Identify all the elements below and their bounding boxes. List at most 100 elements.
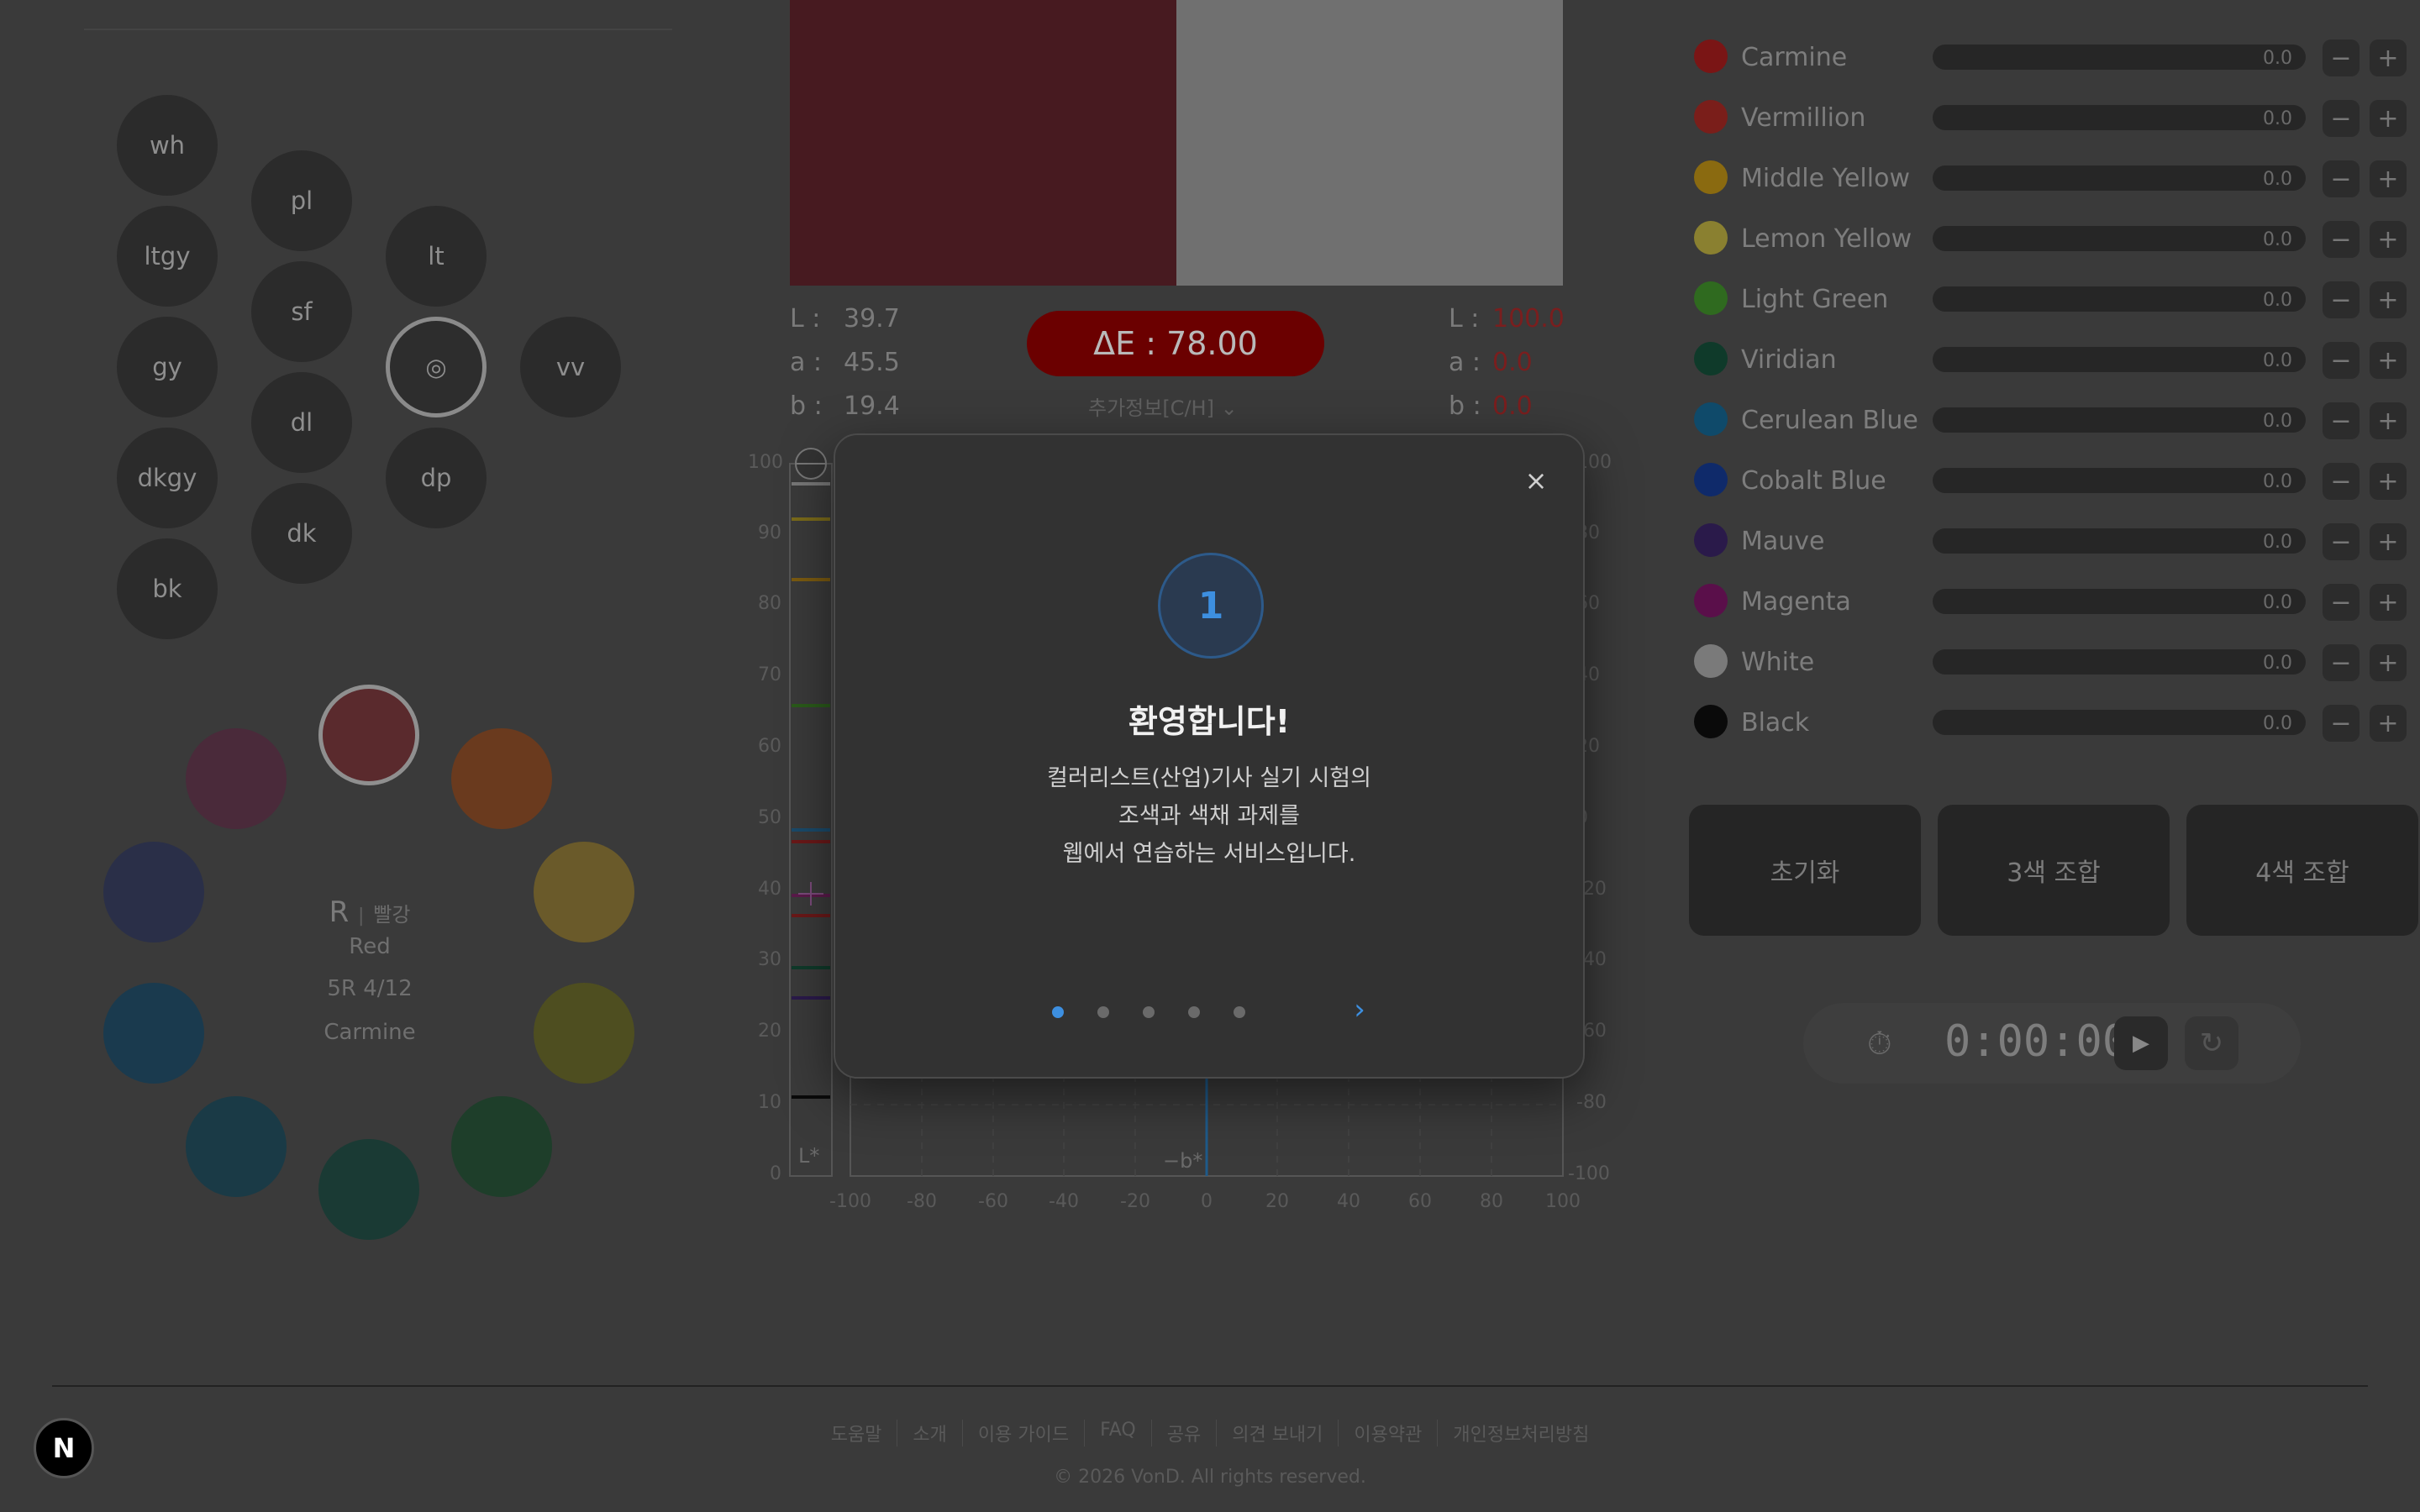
footer-link-terms[interactable]: 이용약관 (1338, 1420, 1437, 1446)
y-tick: 20 (758, 1021, 781, 1042)
pigment-row: Lemon Yellow 0.0 − + (1694, 214, 2417, 261)
step-dot[interactable] (1143, 1006, 1155, 1018)
pigment-minus-button[interactable]: − (2323, 463, 2360, 500)
x-tick: -40 (1049, 1191, 1079, 1212)
x-tick: 0 (1201, 1191, 1213, 1212)
step-dots (775, 1006, 1523, 1018)
pigment-plus-button[interactable]: + (2370, 584, 2407, 621)
x-tick: 40 (1337, 1191, 1360, 1212)
l-axis-label: L* (798, 1144, 820, 1168)
pigment-name: Mauve (1741, 527, 1825, 556)
pigment-swatch (1694, 39, 1728, 73)
x-tick: 80 (1480, 1191, 1503, 1212)
pigment-slider[interactable]: 0.0 (1933, 165, 2306, 191)
footer-link-faq[interactable]: FAQ (1084, 1420, 1151, 1446)
y-tick: 30 (758, 949, 781, 970)
pigment-row: Mauve 0.0 − + (1694, 517, 2417, 564)
l-axis-bar (789, 463, 833, 1177)
y-tick: 80 (758, 593, 781, 614)
step-dot[interactable] (1234, 1006, 1245, 1018)
pigment-minus-button[interactable]: − (2323, 705, 2360, 742)
x-tick: 100 (1545, 1191, 1581, 1212)
pigment-slider[interactable]: 0.0 (1933, 286, 2306, 312)
pigment-row: Light Green 0.0 − + (1694, 275, 2417, 322)
three-color-button[interactable]: 3색 조합 (1938, 805, 2170, 936)
pigment-minus-button[interactable]: − (2323, 100, 2360, 137)
pigment-minus-button[interactable]: − (2323, 402, 2360, 439)
pigment-row: Vermillion 0.0 − + (1694, 93, 2417, 140)
modal-body-line: 컬러리스트(산업)기사 실기 시험의 (1047, 765, 1371, 791)
pigment-name: White (1741, 648, 1815, 677)
pigment-slider[interactable]: 0.0 (1933, 468, 2306, 493)
four-color-button[interactable]: 4색 조합 (2186, 805, 2418, 936)
x-tick: -100 (829, 1191, 871, 1212)
pigment-plus-button[interactable]: + (2370, 523, 2407, 560)
pigment-slider[interactable]: 0.0 (1933, 105, 2306, 130)
pigment-slider[interactable]: 0.0 (1933, 347, 2306, 372)
pigment-slider[interactable]: 0.0 (1933, 528, 2306, 554)
pigment-name: Cerulean Blue (1741, 406, 1918, 435)
n-logo-icon[interactable]: N (34, 1418, 94, 1478)
pigment-plus-button[interactable]: + (2370, 160, 2407, 197)
pigment-value: 0.0 (2263, 169, 2292, 190)
pigment-name: Lemon Yellow (1741, 224, 1912, 254)
close-icon[interactable]: × (1519, 464, 1553, 497)
footer-link-share[interactable]: 공유 (1150, 1420, 1216, 1446)
footer-link-help[interactable]: 도움말 (816, 1420, 897, 1446)
pigment-name: Cobalt Blue (1741, 466, 1886, 496)
pigment-minus-button[interactable]: − (2323, 644, 2360, 681)
play-button[interactable]: ▶ (2114, 1016, 2168, 1070)
pigment-minus-button[interactable]: − (2323, 160, 2360, 197)
pigment-minus-button[interactable]: − (2323, 281, 2360, 318)
pigment-minus-button[interactable]: − (2323, 39, 2360, 76)
reset-button[interactable]: 초기화 (1689, 805, 1921, 936)
x-tick: 60 (1408, 1191, 1432, 1212)
pigment-plus-button[interactable]: + (2370, 342, 2407, 379)
step-dot[interactable] (1097, 1006, 1109, 1018)
x-tick: 20 (1265, 1191, 1289, 1212)
step-dot[interactable] (1052, 1006, 1064, 1018)
pigment-minus-button[interactable]: − (2323, 342, 2360, 379)
pigment-name: Vermillion (1741, 103, 1866, 133)
pigment-plus-button[interactable]: + (2370, 705, 2407, 742)
step-dot[interactable] (1188, 1006, 1200, 1018)
footer-link-about[interactable]: 소개 (897, 1420, 961, 1446)
y-tick: 60 (758, 736, 781, 757)
modal-body: 컬러리스트(산업)기사 실기 시험의 조색과 색채 과제를 웹에서 연습하는 서… (835, 759, 1583, 873)
pigment-value: 0.0 (2263, 48, 2292, 69)
footer-link-feedback[interactable]: 의견 보내기 (1216, 1420, 1338, 1446)
pigment-swatch (1694, 402, 1728, 436)
pigment-plus-button[interactable]: + (2370, 463, 2407, 500)
pigment-name: Carmine (1741, 43, 1848, 72)
pigment-slider[interactable]: 0.0 (1933, 589, 2306, 614)
pigment-swatch (1694, 523, 1728, 557)
footer-link-privacy[interactable]: 개인정보처리방침 (1437, 1420, 1604, 1446)
pigment-plus-button[interactable]: + (2370, 644, 2407, 681)
y-tick: 10 (758, 1092, 781, 1113)
pigment-minus-button[interactable]: − (2323, 584, 2360, 621)
pigment-slider[interactable]: 0.0 (1933, 710, 2306, 735)
chevron-right-icon[interactable]: › (1343, 993, 1376, 1026)
pigment-swatch (1694, 644, 1728, 678)
pigment-plus-button[interactable]: + (2370, 221, 2407, 258)
pigment-name: Viridian (1741, 345, 1837, 375)
pigment-slider[interactable]: 0.0 (1933, 45, 2306, 70)
pigment-plus-button[interactable]: + (2370, 402, 2407, 439)
pigment-row: Black 0.0 − + (1694, 698, 2417, 745)
pigment-plus-button[interactable]: + (2370, 100, 2407, 137)
pigment-slider[interactable]: 0.0 (1933, 226, 2306, 251)
pigment-minus-button[interactable]: − (2323, 221, 2360, 258)
footer-divider (52, 1385, 2368, 1387)
pigment-plus-button[interactable]: + (2370, 39, 2407, 76)
y-tick: 0 (770, 1163, 781, 1184)
pigment-plus-button[interactable]: + (2370, 281, 2407, 318)
timer-reset-button[interactable]: ↻ (2185, 1016, 2238, 1070)
footer-link-guide[interactable]: 이용 가이드 (961, 1420, 1084, 1446)
pigment-value: 0.0 (2263, 592, 2292, 613)
pigment-minus-button[interactable]: − (2323, 523, 2360, 560)
pigment-value: 0.0 (2263, 229, 2292, 250)
pigment-value: 0.0 (2263, 411, 2292, 432)
pigment-slider[interactable]: 0.0 (1933, 649, 2306, 675)
pigment-slider[interactable]: 0.0 (1933, 407, 2306, 433)
copyright: © 2026 VonD. All rights reserved. (1054, 1467, 1366, 1488)
